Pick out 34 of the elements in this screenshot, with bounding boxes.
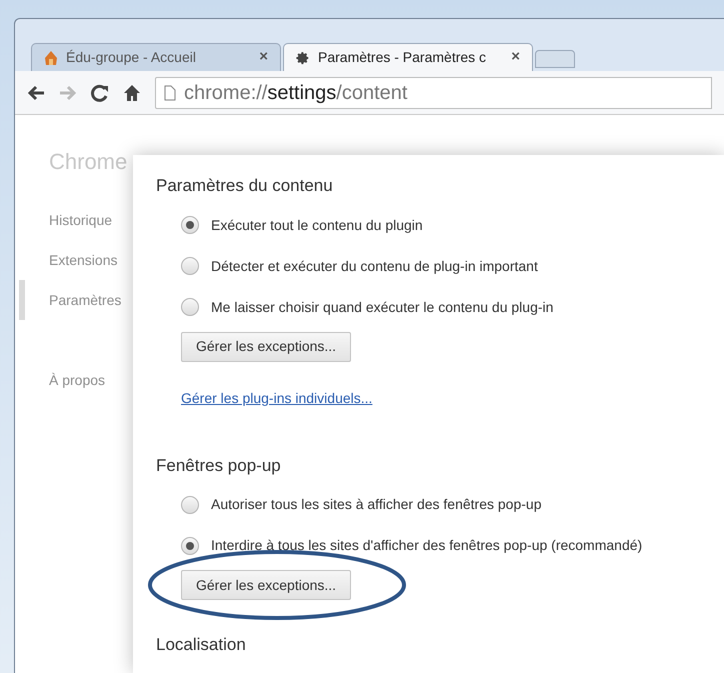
- home-icon[interactable]: [123, 84, 141, 102]
- section-title: Fenêtres pop-up: [156, 454, 282, 476]
- reload-icon[interactable]: [91, 84, 109, 102]
- address-bar[interactable]: chrome://settings/content: [155, 76, 712, 108]
- sidebar-item[interactable]: À propos: [19, 360, 129, 400]
- section-title: Localisation: [156, 634, 247, 656]
- gear-icon: [296, 50, 310, 64]
- radio-button[interactable]: [181, 257, 199, 275]
- sidebar-item[interactable]: Extensions: [19, 240, 129, 280]
- option-label: Détecter et exécuter du contenu de plug-in important: [211, 256, 538, 276]
- radio-button[interactable]: [181, 496, 199, 514]
- section-title: Paramètres du contenu: [156, 175, 334, 197]
- radio-button[interactable]: [181, 216, 199, 234]
- plugins-link[interactable]: Gérer les plug-ins individuels...: [181, 388, 372, 408]
- tab-title: Édu-groupe - Accueil: [66, 48, 197, 67]
- option-label: Interdire à tous les sites d'afficher des fenêtres pop-up (recommandé): [211, 536, 642, 555]
- radio-button[interactable]: [181, 536, 199, 554]
- option-label: Exécuter tout le contenu du plugin: [211, 216, 423, 235]
- tab-title: Paramètres - Paramètres c: [318, 48, 488, 67]
- close-icon[interactable]: ×: [511, 46, 520, 69]
- sidebar-item[interactable]: Historique: [19, 200, 129, 240]
- back-arrow-icon[interactable]: [27, 84, 45, 100]
- sidebar-item[interactable]: Paramètres: [19, 280, 129, 320]
- manage-exceptions-button[interactable]: Gérer les exceptions...: [181, 332, 352, 362]
- page-icon: [164, 84, 176, 100]
- manage-exceptions-button[interactable]: Gérer les exceptions...: [181, 570, 352, 600]
- close-icon[interactable]: ×: [259, 46, 268, 69]
- browser-tab[interactable]: Édu-groupe - Accueil ×: [31, 43, 281, 71]
- browser-tab[interactable]: Paramètres - Paramètres c ×: [283, 43, 533, 71]
- option-label: Autoriser tous les sites à afficher des fenêtres pop-up: [211, 495, 542, 514]
- radio-button[interactable]: [181, 298, 199, 316]
- url-text: chrome://settings/content: [184, 80, 408, 106]
- house-logo-icon: [44, 50, 58, 66]
- option-label: Me laisser choisir quand exécuter le contenu du plug-in: [211, 298, 554, 317]
